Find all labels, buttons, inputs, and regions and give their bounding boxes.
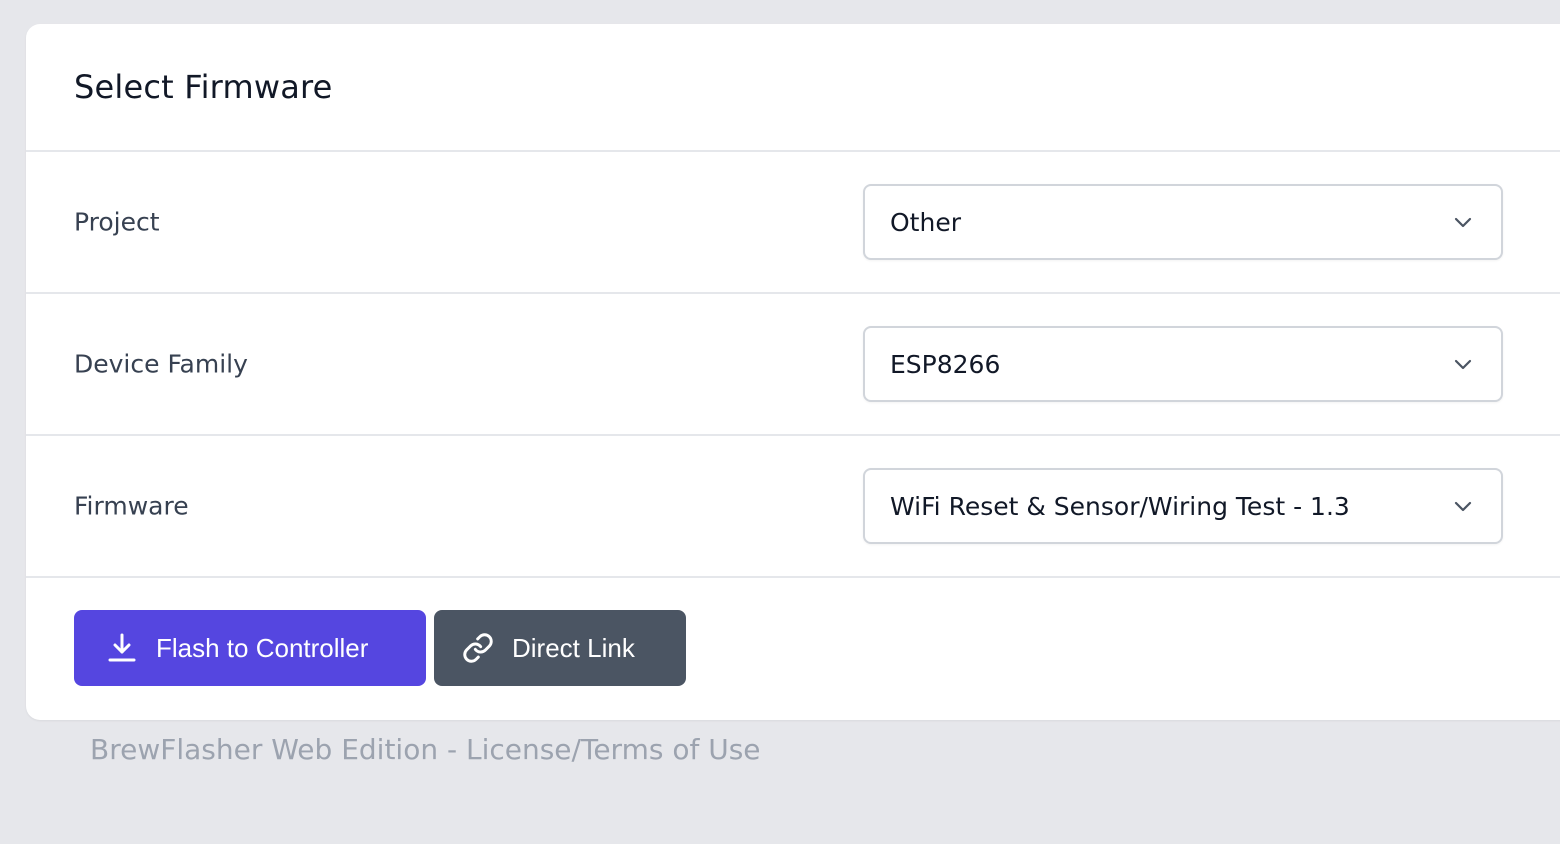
chevron-down-icon	[1454, 217, 1472, 228]
project-row: Project Other	[26, 152, 1560, 294]
project-label: Project	[74, 207, 160, 237]
firmware-card: Select Firmware Project Other Device Fam…	[26, 24, 1560, 720]
project-select-value: Other	[890, 207, 961, 237]
card-title: Select Firmware	[74, 68, 333, 106]
project-select[interactable]: Other	[863, 184, 1503, 260]
firmware-label: Firmware	[74, 491, 189, 521]
firmware-select[interactable]: WiFi Reset & Sensor/Wiring Test - 1.3	[863, 468, 1503, 544]
chevron-down-icon	[1454, 501, 1472, 512]
firmware-row: Firmware WiFi Reset & Sensor/Wiring Test…	[26, 436, 1560, 578]
device-family-select-value: ESP8266	[890, 349, 1001, 379]
link-icon	[463, 633, 493, 663]
footer-license-link[interactable]: BrewFlasher Web Edition - License/Terms …	[90, 733, 761, 766]
device-family-select[interactable]: ESP8266	[863, 326, 1503, 402]
device-family-row: Device Family ESP8266	[26, 294, 1560, 436]
download-icon	[108, 633, 136, 662]
card-header: Select Firmware	[26, 24, 1560, 152]
direct-link-button-label: Direct Link	[512, 632, 635, 663]
direct-link-button[interactable]: Direct Link	[434, 610, 686, 686]
chevron-down-icon	[1454, 359, 1472, 370]
flash-button-label: Flash to Controller	[156, 632, 369, 663]
firmware-select-value: WiFi Reset & Sensor/Wiring Test - 1.3	[890, 491, 1350, 521]
action-bar: Flash to Controller Direct Link	[26, 578, 1560, 686]
flash-to-controller-button[interactable]: Flash to Controller	[74, 610, 426, 686]
device-family-label: Device Family	[74, 349, 248, 379]
